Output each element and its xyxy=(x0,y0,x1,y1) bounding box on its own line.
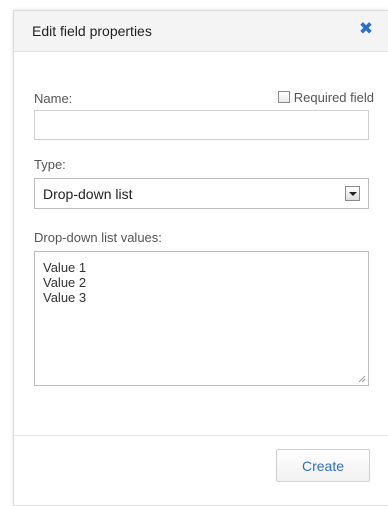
required-field-label: Required field xyxy=(293,89,374,105)
required-field-checkbox[interactable]: Required field xyxy=(277,89,374,105)
name-label: Name: xyxy=(34,91,73,106)
resize-grip-icon[interactable] xyxy=(358,375,366,383)
type-select[interactable]: Drop-down list xyxy=(34,178,369,209)
dialog-title: Edit field properties xyxy=(32,23,152,39)
type-select-value: Drop-down list xyxy=(43,186,133,202)
close-icon[interactable]: ✖ xyxy=(357,20,375,38)
values-textarea[interactable]: Value 1 Value 2 Value 3 xyxy=(34,251,369,386)
type-label: Type: xyxy=(34,157,66,172)
value-line: Value 3 xyxy=(43,290,87,305)
edit-field-dialog: Edit field properties ✖ Name: Required f… xyxy=(13,10,388,506)
create-button[interactable]: Create xyxy=(276,449,370,482)
footer-divider xyxy=(14,435,388,436)
values-label: Drop-down list values: xyxy=(34,230,162,245)
dialog-titlebar: Edit field properties ✖ xyxy=(14,11,388,52)
name-input[interactable] xyxy=(34,110,369,140)
value-line: Value 2 xyxy=(43,275,87,290)
checkbox-box[interactable] xyxy=(277,91,290,103)
value-line: Value 1 xyxy=(43,260,87,275)
chevron-down-icon[interactable] xyxy=(345,186,360,201)
